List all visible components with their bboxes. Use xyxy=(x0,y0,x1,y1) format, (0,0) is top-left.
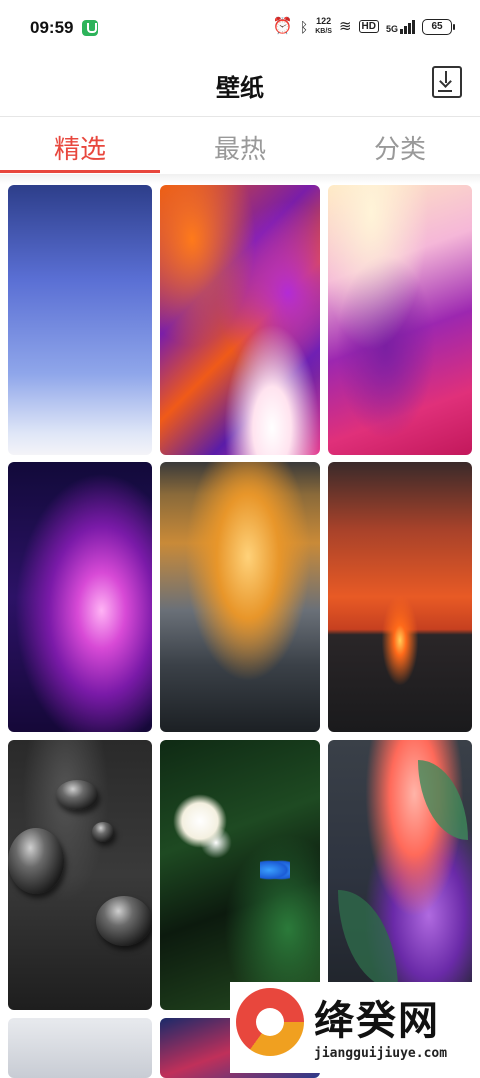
divider xyxy=(0,174,480,184)
leaf-image xyxy=(418,760,468,840)
drop-image xyxy=(92,822,114,842)
wallpaper-thumbnail-purple-galaxy[interactable] xyxy=(8,462,152,732)
wallpaper-thumbnail-red-sunset-sea[interactable] xyxy=(328,462,472,732)
watermark-brand: 绛癸网 xyxy=(314,998,440,1044)
drop-image xyxy=(56,780,98,810)
alarm-icon: ⏰ xyxy=(272,17,293,35)
tab-categories[interactable]: 分类 xyxy=(320,129,480,166)
wifi-icon: ≋ xyxy=(338,17,352,35)
wallpaper-thumbnail-pastel-marble[interactable] xyxy=(328,185,472,455)
wallpaper-thumbnail-light-gray[interactable] xyxy=(8,1018,152,1078)
status-bar: 09:59 ⏰ ᛒ 122 KB/S ≋ HD 5G 65 xyxy=(0,0,480,58)
butterfly-image xyxy=(260,860,290,880)
wallpaper-thumbnail-sunset-clouds[interactable] xyxy=(160,462,320,732)
tab-featured[interactable]: 精选 xyxy=(0,129,160,166)
signal-icon: 5G xyxy=(386,19,415,34)
battery-icon: 65 xyxy=(422,18,455,35)
net-speed: 122 KB/S xyxy=(315,16,332,36)
tab-hottest[interactable]: 最热 xyxy=(160,129,320,166)
download-icon[interactable] xyxy=(432,66,462,98)
status-icons: ⏰ ᛒ 122 KB/S ≋ HD 5G 65 xyxy=(272,16,455,36)
bluetooth-icon: ᛒ xyxy=(299,18,309,35)
tab-indicator xyxy=(0,170,160,173)
wallpaper-thumbnail-tropical-leaves[interactable] xyxy=(328,740,472,1010)
hd-badge: HD xyxy=(358,20,379,33)
wallpaper-thumbnail-water-drops[interactable] xyxy=(8,740,152,1010)
watermark-logo-icon xyxy=(236,988,304,1056)
title-bar: 壁纸 xyxy=(0,58,480,117)
page-title: 壁纸 xyxy=(216,74,264,102)
shield-icon xyxy=(82,20,98,36)
wallpaper-thumbnail-jungle-flowers-butterfly[interactable] xyxy=(160,740,320,1010)
drop-image xyxy=(96,896,152,946)
watermark-url: jiangguijiuye.com xyxy=(314,1046,448,1061)
clock: 09:59 xyxy=(30,18,74,37)
leaf-image xyxy=(338,890,398,990)
wallpaper-thumbnail-orange-purple-fluid[interactable] xyxy=(160,185,320,455)
wallpaper-thumbnail-blue-gradient[interactable] xyxy=(8,185,152,455)
watermark: 绛癸网 jiangguijiuye.com xyxy=(230,982,480,1073)
drop-image xyxy=(8,828,64,894)
tab-bar: 精选 最热 分类 xyxy=(0,117,480,175)
